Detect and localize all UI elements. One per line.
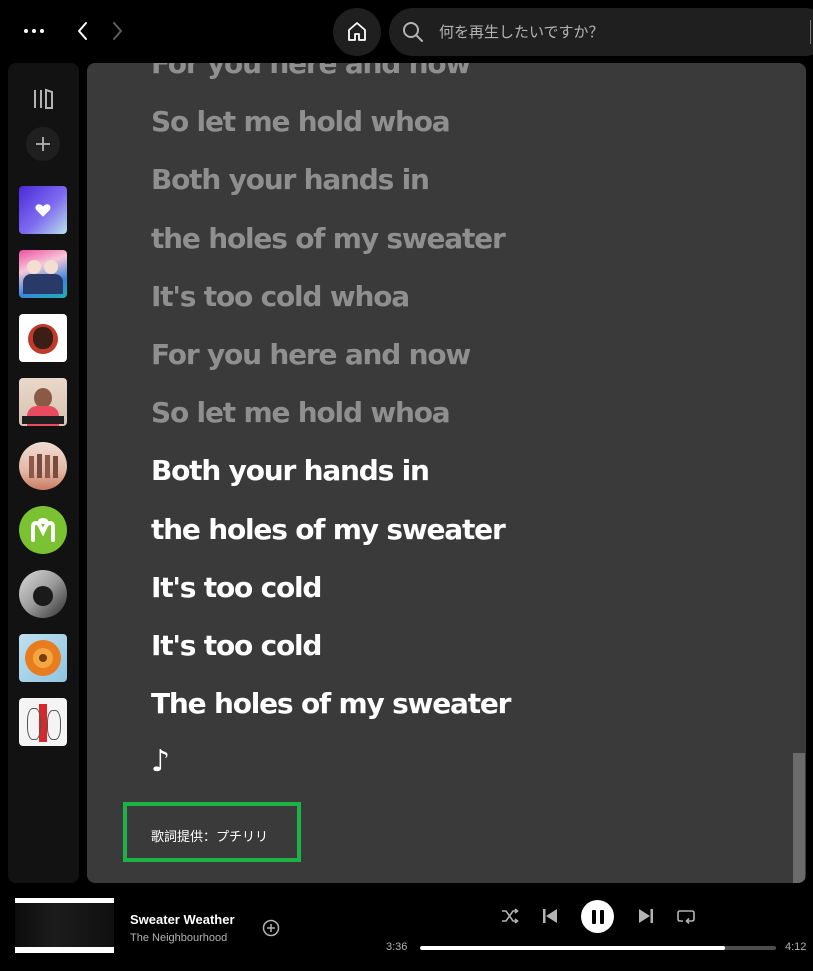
artist-item-2[interactable] bbox=[19, 506, 67, 554]
create-playlist-button[interactable] bbox=[26, 127, 60, 161]
back-button[interactable] bbox=[70, 18, 96, 44]
current-time: 3:36 bbox=[386, 941, 408, 953]
music-note-icon: ♪ bbox=[151, 744, 170, 780]
album-item-2[interactable] bbox=[19, 698, 67, 746]
chevron-right-icon bbox=[113, 22, 122, 40]
podcast-item-2[interactable] bbox=[19, 378, 67, 426]
forward-button[interactable] bbox=[104, 18, 130, 44]
artist-item-3[interactable] bbox=[19, 570, 67, 618]
progress-bar[interactable] bbox=[420, 946, 776, 950]
lyric-line[interactable]: So let me hold whoa bbox=[151, 93, 771, 151]
album-item-1[interactable] bbox=[19, 634, 67, 682]
lyric-line[interactable]: For you here and now bbox=[151, 326, 771, 384]
search-bar[interactable] bbox=[389, 8, 813, 56]
skip-back-icon bbox=[543, 909, 557, 923]
lyric-line[interactable]: The holes of my sweater bbox=[151, 675, 771, 733]
lyrics-provider: 歌詞提供：プチリリ bbox=[151, 830, 269, 845]
menu-dots-icon[interactable] bbox=[24, 22, 48, 40]
track-title[interactable]: Sweater Weather bbox=[130, 912, 235, 927]
lyric-line[interactable]: For you here and now bbox=[151, 63, 771, 93]
lyrics-panel: For you here and now So let me hold whoa… bbox=[87, 63, 806, 883]
plus-icon bbox=[36, 137, 50, 151]
search-icon bbox=[401, 20, 425, 44]
library-icon[interactable] bbox=[31, 87, 55, 111]
shuffle-icon bbox=[502, 908, 519, 924]
heart-icon bbox=[35, 204, 51, 217]
top-bar bbox=[0, 0, 813, 63]
library-sidebar bbox=[8, 63, 79, 883]
artist-logo-icon bbox=[31, 518, 55, 542]
plus-circle-icon bbox=[262, 919, 280, 937]
search-divider bbox=[810, 20, 811, 44]
track-artist[interactable]: The Neighbourhood bbox=[130, 932, 227, 944]
previous-button[interactable] bbox=[540, 906, 560, 926]
shuffle-button[interactable] bbox=[500, 906, 520, 926]
lyric-line[interactable]: It's too cold bbox=[151, 559, 771, 617]
progress-fill bbox=[420, 946, 726, 950]
skip-forward-icon bbox=[639, 909, 653, 923]
repeat-icon bbox=[677, 910, 695, 924]
total-time: 4:12 bbox=[785, 941, 807, 953]
podcast-item-1[interactable] bbox=[19, 314, 67, 362]
lyric-line[interactable]: It's too cold whoa bbox=[151, 268, 771, 326]
playlist-item-1[interactable] bbox=[19, 250, 67, 298]
lyric-line[interactable]: Both your hands in bbox=[151, 442, 771, 500]
scrollbar[interactable] bbox=[793, 753, 805, 883]
repeat-button[interactable] bbox=[676, 906, 696, 926]
lyric-line[interactable]: So let me hold whoa bbox=[151, 384, 771, 442]
add-to-library-button[interactable] bbox=[262, 919, 280, 937]
album-cover[interactable] bbox=[15, 898, 114, 953]
artist-item-1[interactable] bbox=[19, 442, 67, 490]
lyric-line[interactable]: the holes of my sweater bbox=[151, 501, 771, 559]
lyrics-list: For you here and now So let me hold whoa… bbox=[151, 63, 771, 791]
lyric-line[interactable]: the holes of my sweater bbox=[151, 210, 771, 268]
pause-icon bbox=[591, 909, 604, 924]
home-icon bbox=[348, 22, 366, 41]
liked-songs-item[interactable] bbox=[19, 186, 67, 234]
home-button[interactable] bbox=[333, 8, 381, 56]
lyric-line[interactable]: Both your hands in bbox=[151, 151, 771, 209]
next-button[interactable] bbox=[636, 906, 656, 926]
pause-button[interactable] bbox=[581, 900, 614, 933]
now-playing-bar: Sweater Weather The Neighbourhood 3:36 4… bbox=[0, 891, 813, 971]
chevron-left-icon bbox=[78, 22, 87, 40]
search-input[interactable] bbox=[437, 22, 801, 42]
lyric-line[interactable]: It's too cold bbox=[151, 617, 771, 675]
